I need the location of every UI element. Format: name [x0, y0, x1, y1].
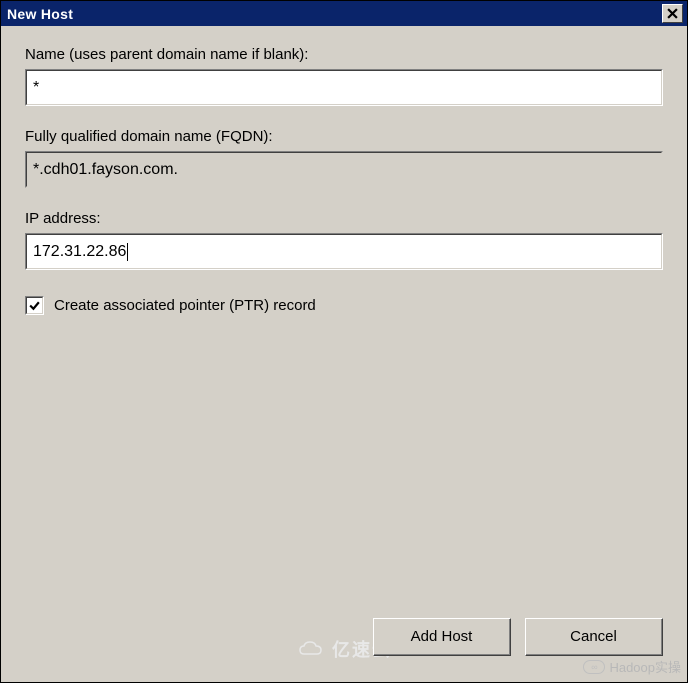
- ptr-checkbox-label[interactable]: Create associated pointer (PTR) record: [54, 297, 316, 314]
- add-host-label: Add Host: [374, 619, 510, 655]
- ip-input[interactable]: 172.31.22.86: [26, 234, 662, 269]
- fqdn-label: Fully qualified domain name (FQDN):: [25, 128, 663, 145]
- fqdn-value: *.cdh01.fayson.com.: [33, 161, 178, 179]
- ptr-checkbox-inner: [26, 297, 43, 314]
- fqdn-display: *.cdh01.fayson.com.: [26, 152, 662, 187]
- check-icon: [28, 299, 41, 312]
- close-button[interactable]: [662, 4, 683, 23]
- cancel-button[interactable]: Cancel: [525, 618, 663, 656]
- name-input-wrap: *: [25, 69, 663, 106]
- text-caret: [127, 243, 128, 261]
- name-value: *: [33, 79, 39, 97]
- ip-input-wrap: 172.31.22.86: [25, 233, 663, 270]
- name-label: Name (uses parent domain name if blank):: [25, 46, 663, 63]
- ip-value: 172.31.22.86: [33, 243, 126, 261]
- cancel-label: Cancel: [526, 619, 662, 655]
- ptr-checkbox[interactable]: [25, 296, 44, 315]
- name-field-group: Name (uses parent domain name if blank):…: [25, 46, 663, 106]
- ptr-checkbox-row: Create associated pointer (PTR) record: [25, 296, 663, 315]
- button-row: Add Host Cancel: [1, 618, 687, 682]
- window-title: New Host: [7, 6, 73, 22]
- fqdn-field-group: Fully qualified domain name (FQDN): *.cd…: [25, 128, 663, 188]
- dialog-window: New Host Name (uses parent domain name i…: [0, 0, 688, 683]
- close-icon: [667, 8, 678, 19]
- titlebar: New Host: [1, 1, 687, 26]
- name-input[interactable]: *: [26, 70, 662, 105]
- add-host-button[interactable]: Add Host: [373, 618, 511, 656]
- fqdn-input-wrap: *.cdh01.fayson.com.: [25, 151, 663, 188]
- dialog-content: Name (uses parent domain name if blank):…: [1, 26, 687, 618]
- ip-label: IP address:: [25, 210, 663, 227]
- ip-field-group: IP address: 172.31.22.86: [25, 210, 663, 270]
